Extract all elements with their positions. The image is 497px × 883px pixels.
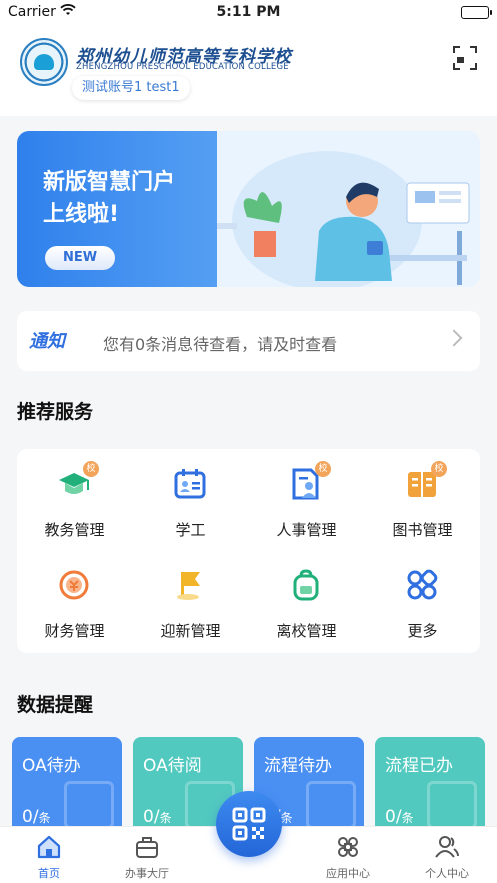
service-label: 人事管理 bbox=[276, 521, 337, 539]
notice-message: 您有0条消息待查看，请及时查看 bbox=[103, 335, 338, 354]
banner-title-line1: 新版智慧门户 bbox=[43, 170, 176, 195]
grid-icon bbox=[407, 569, 438, 600]
service-enrollment[interactable]: 迎新管理 bbox=[133, 552, 248, 642]
tab-service-hall[interactable]: 办事大厅 bbox=[107, 833, 187, 881]
apps-icon bbox=[338, 837, 358, 857]
service-label: 学工 bbox=[175, 521, 206, 539]
tab-label: 应用中心 bbox=[326, 867, 370, 880]
card-value: 0/条 bbox=[385, 807, 414, 827]
notice-bar[interactable]: 通知 您有0条消息待查看，请及时查看 bbox=[17, 311, 480, 371]
user-icon bbox=[435, 836, 459, 858]
college-logo bbox=[20, 38, 68, 86]
backpack-icon bbox=[293, 569, 319, 601]
tab-label: 个人中心 bbox=[425, 867, 469, 880]
service-more[interactable]: 更多 bbox=[365, 552, 480, 642]
tab-label: 首页 bbox=[38, 867, 60, 880]
school-badge: 校 bbox=[431, 461, 447, 477]
service-finance[interactable]: 财务管理 bbox=[17, 552, 132, 642]
document-icon bbox=[64, 781, 114, 829]
home-icon bbox=[37, 835, 61, 859]
document-icon bbox=[427, 781, 477, 829]
tab-home[interactable]: 首页 bbox=[9, 833, 89, 881]
service-label: 教务管理 bbox=[44, 521, 105, 539]
chevron-right-icon bbox=[445, 329, 463, 347]
banner-illustration bbox=[217, 131, 480, 287]
id-card-icon bbox=[174, 469, 206, 499]
promo-banner[interactable]: 新版智慧门户 上线啦! NEW bbox=[17, 131, 480, 287]
banner-title: 新版智慧门户 上线啦! bbox=[43, 167, 175, 231]
card-value: 0/条 bbox=[143, 807, 172, 827]
tab-profile[interactable]: 个人中心 bbox=[407, 833, 487, 881]
card-title: 流程已办 bbox=[385, 756, 453, 776]
flag-icon bbox=[177, 572, 200, 600]
scan-icon[interactable] bbox=[453, 46, 477, 70]
service-academic[interactable]: 校 教务管理 bbox=[17, 451, 132, 541]
account-badge[interactable]: 测试账号1 test1 bbox=[72, 76, 190, 100]
document-icon bbox=[306, 781, 356, 829]
card-title: 流程待办 bbox=[264, 756, 332, 776]
banner-title-line2: 上线啦! bbox=[43, 202, 120, 227]
coin-icon bbox=[59, 570, 89, 600]
service-library[interactable]: 校 图书管理 bbox=[365, 451, 480, 541]
briefcase-icon bbox=[136, 837, 158, 858]
qr-code-icon bbox=[232, 807, 266, 841]
notice-tag: 通知 bbox=[29, 331, 65, 352]
card-value: 0/条 bbox=[22, 807, 51, 827]
college-name-en: ZHENGZHOU PRESCHOOL EDUCATION COLLEGE bbox=[76, 62, 289, 72]
service-label: 更多 bbox=[407, 622, 438, 640]
battery-icon bbox=[461, 6, 492, 19]
card-title: OA待阅 bbox=[143, 756, 202, 776]
tab-app-center[interactable]: 应用中心 bbox=[308, 833, 388, 881]
service-student-affairs[interactable]: 学工 bbox=[133, 451, 248, 541]
service-label: 离校管理 bbox=[276, 622, 337, 640]
clock: 5:11 PM bbox=[216, 4, 281, 20]
school-badge: 校 bbox=[315, 461, 331, 477]
qr-code-button[interactable] bbox=[216, 791, 282, 857]
status-bar: Carrier 5:11 PM bbox=[0, 0, 497, 26]
service-departure[interactable]: 离校管理 bbox=[249, 552, 364, 642]
school-badge: 校 bbox=[83, 461, 99, 477]
card-title: OA待办 bbox=[22, 756, 81, 776]
recommended-title: 推荐服务 bbox=[17, 401, 94, 423]
card-oa-todo[interactable]: OA待办 0/条 bbox=[12, 737, 122, 837]
service-label: 迎新管理 bbox=[160, 622, 221, 640]
new-badge-button[interactable]: NEW bbox=[45, 246, 115, 270]
card-flow-done[interactable]: 流程已办 0/条 bbox=[375, 737, 485, 837]
service-hr[interactable]: 校 人事管理 bbox=[249, 451, 364, 541]
data-reminder-title: 数据提醒 bbox=[17, 694, 94, 716]
app-header: 郑州幼儿师范高等专科学校 ZHENGZHOU PRESCHOOL EDUCATI… bbox=[0, 26, 497, 116]
service-label: 图书管理 bbox=[392, 521, 453, 539]
tab-label: 办事大厅 bbox=[125, 867, 169, 880]
service-label: 财务管理 bbox=[44, 622, 105, 640]
services-grid: 校 教务管理 学工 校 人事管理 校 图书管理 财务管理 迎新管理 离校管理 更… bbox=[17, 449, 480, 653]
